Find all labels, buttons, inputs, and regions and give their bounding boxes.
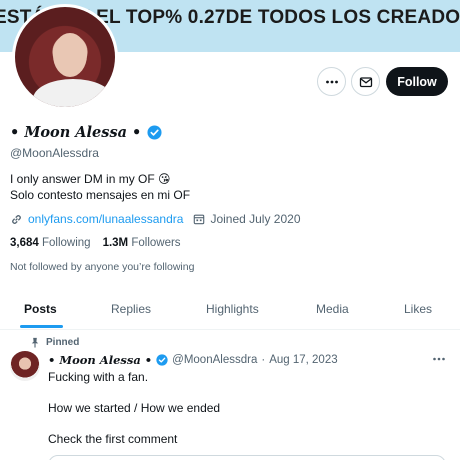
follow-button[interactable]: Follow (386, 67, 448, 96)
avatar-shoulder (33, 79, 113, 107)
bio-line-2: Solo contesto mensajes en mi OF (10, 188, 191, 202)
tweet-separator: · (261, 354, 266, 366)
not-followed-note: Not followed by anyone you’re following (10, 261, 195, 273)
display-name: • Moon Alessa • (10, 124, 142, 141)
message-button[interactable] (351, 67, 380, 96)
more-icon (433, 357, 445, 361)
tweet-text-line-1: Fucking with a fan. (48, 370, 149, 384)
profile-handle: @MoonAlessdra (10, 146, 99, 160)
verified-icon[interactable] (147, 125, 162, 140)
profile-avatar[interactable] (12, 4, 118, 110)
tweet-author-handle[interactable]: @MoonAlessdra (172, 354, 257, 366)
bio-line-1: I only answer DM in my OF 😘 (10, 172, 171, 186)
tab-highlights[interactable]: Highlights (206, 302, 259, 316)
tweet-header: • Moon Alessa • @MoonAlessdra · Aug 17, … (48, 353, 338, 367)
tab-media[interactable]: Media (316, 302, 349, 316)
pin-icon (31, 337, 39, 348)
tweet-author-name[interactable]: • Moon Alessa • (48, 353, 152, 367)
profile-link[interactable]: onlyfans.com/lunaalessandra (28, 212, 183, 226)
tweet-text-line-2: How we started / How we ended (48, 401, 221, 415)
more-icon (325, 80, 338, 83)
avatar-face (53, 33, 87, 77)
join-date: Joined July 2020 (210, 212, 301, 226)
following-stat[interactable]: 3,684 Following (10, 237, 91, 249)
follow-stats: 3,684 Following 1.3M Followers (10, 237, 181, 249)
profile-tabs: Posts Replies Highlights Media Likes (0, 292, 460, 330)
following-label: Following (41, 237, 91, 249)
tweet-avatar[interactable] (10, 351, 40, 381)
profile-meta: onlyfans.com/lunaalessandra Joined July … (10, 212, 301, 226)
tab-replies[interactable]: Replies (111, 302, 151, 316)
active-tab-indicator (20, 325, 63, 328)
tweet-media-card[interactable] (48, 455, 446, 460)
more-options-button[interactable] (317, 67, 346, 96)
name-row: • Moon Alessa • (10, 124, 162, 141)
pinned-indicator: Pinned (30, 337, 79, 348)
verified-icon (156, 354, 168, 366)
tweet-text-line-3: Check the first comment (48, 432, 178, 446)
mail-icon (359, 76, 372, 87)
followers-stat[interactable]: 1.3M Followers (103, 237, 181, 249)
tab-likes[interactable]: Likes (404, 302, 432, 316)
followers-label: Followers (131, 237, 181, 249)
following-count: 3,684 (10, 237, 39, 249)
calendar-icon (194, 214, 205, 225)
pinned-label: Pinned (46, 337, 80, 348)
link-icon (12, 214, 21, 224)
tab-posts[interactable]: Posts (24, 302, 57, 316)
tweet-more-button[interactable] (432, 352, 446, 371)
followers-count: 1.3M (102, 237, 129, 249)
tweet-date[interactable]: Aug 17, 2023 (269, 354, 337, 366)
